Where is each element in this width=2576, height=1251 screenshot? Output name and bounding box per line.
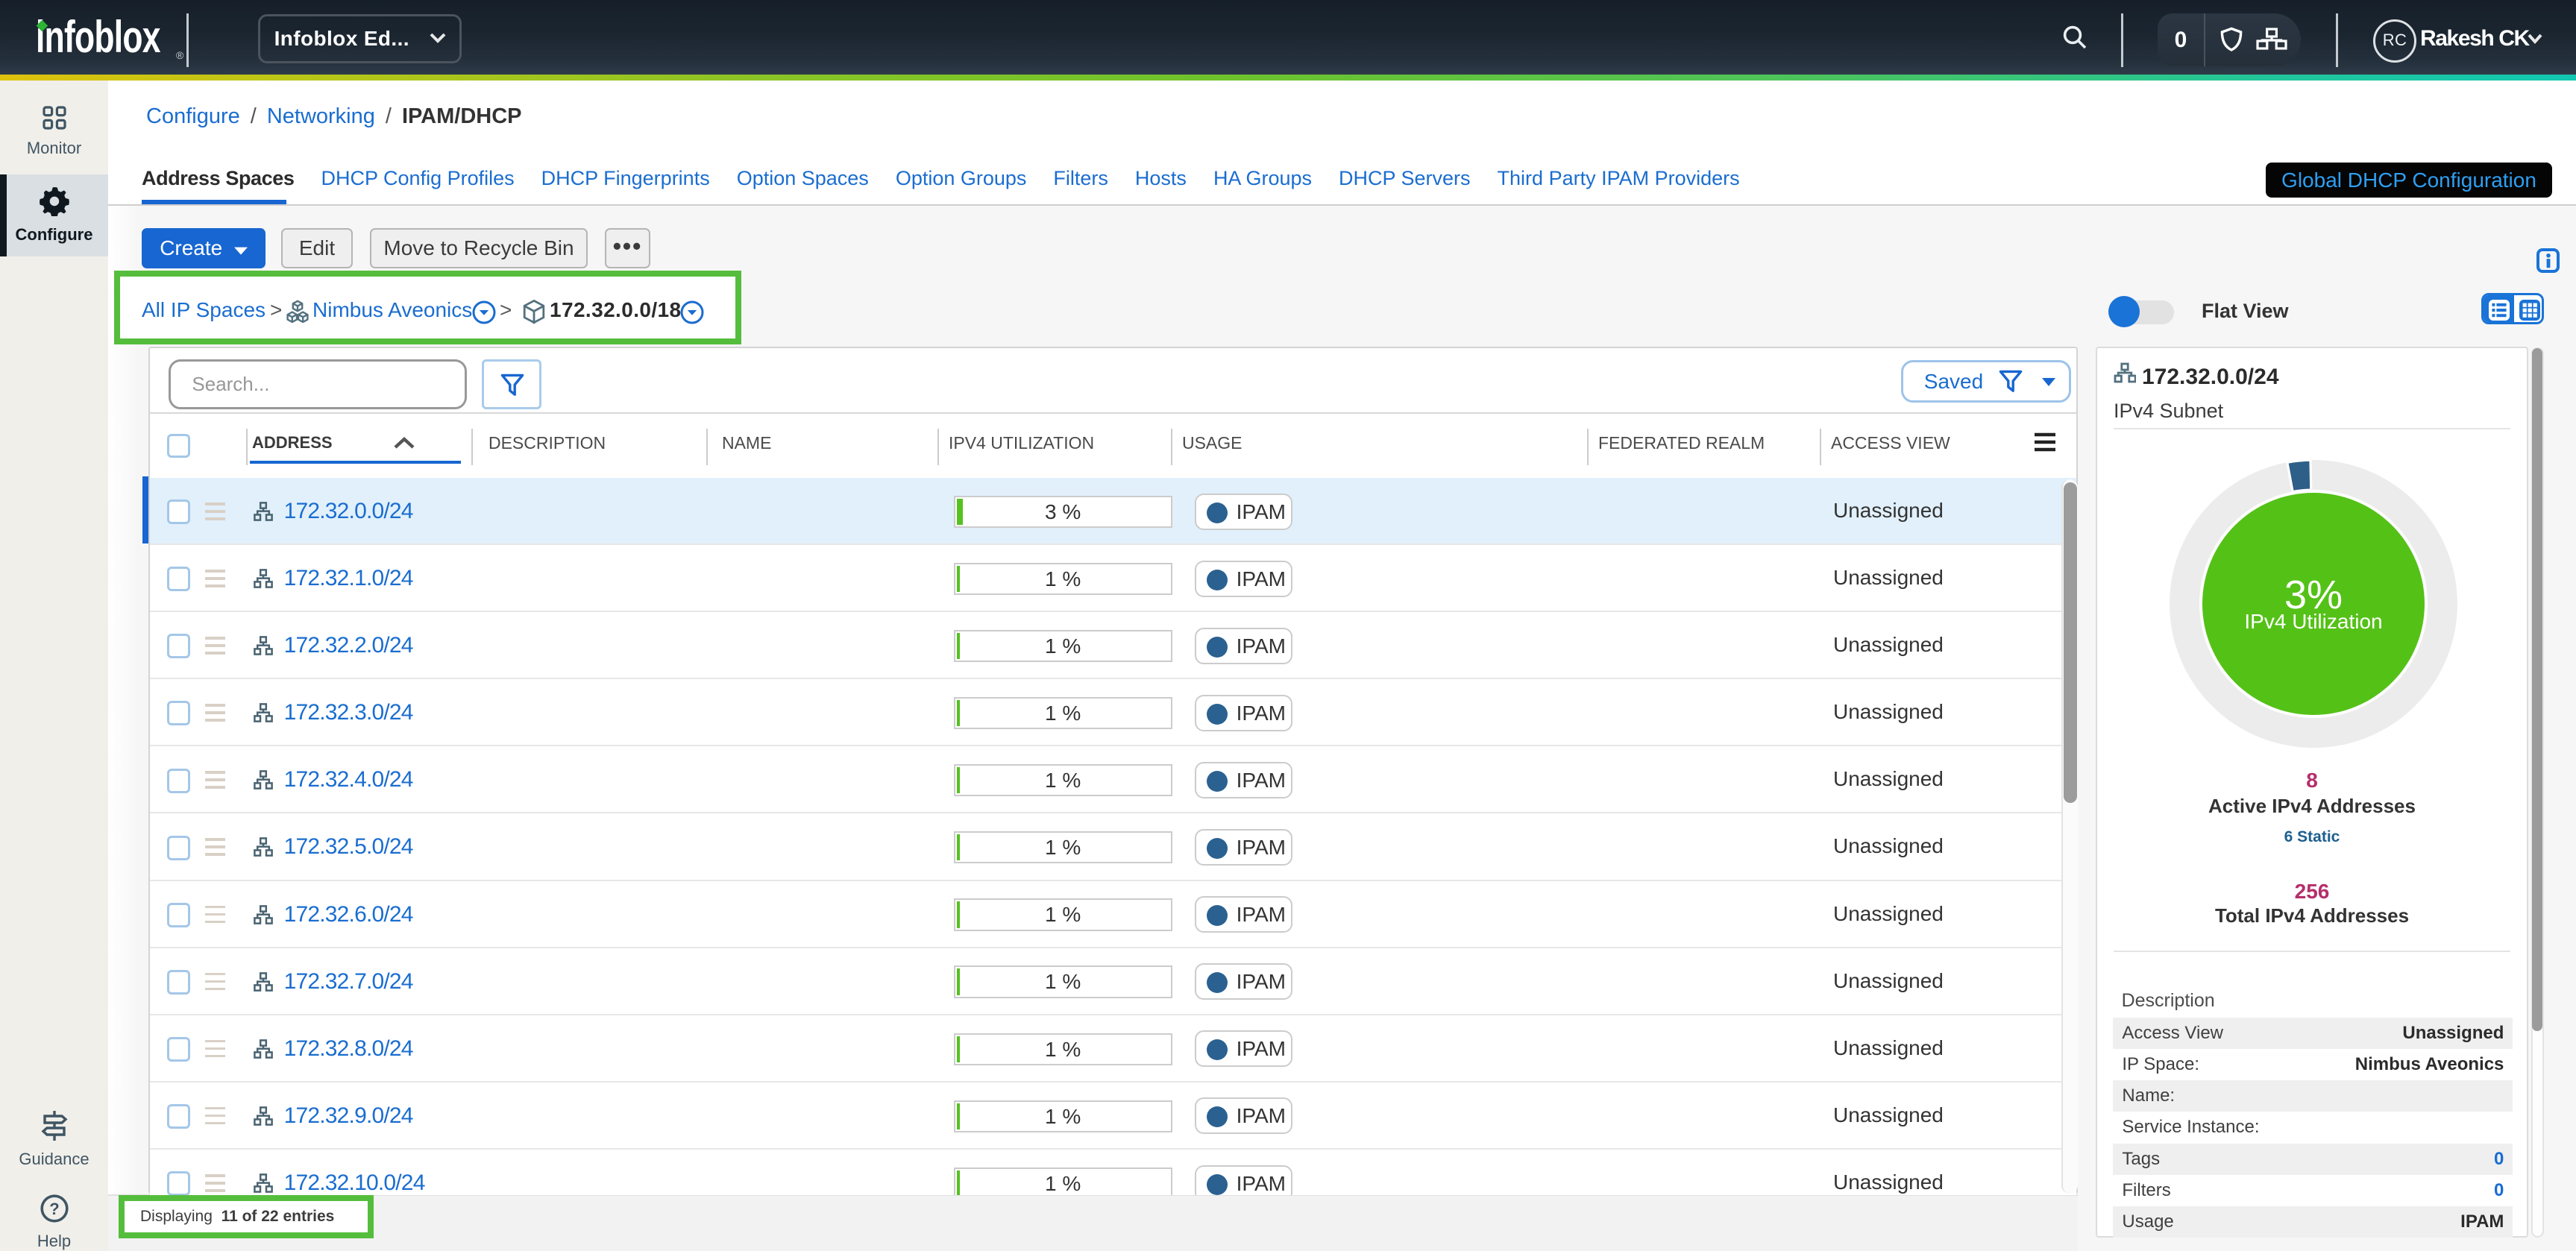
svg-text:?: ? (49, 1200, 59, 1218)
svg-text:IPv4 Utilization: IPv4 Utilization (2244, 610, 2382, 633)
